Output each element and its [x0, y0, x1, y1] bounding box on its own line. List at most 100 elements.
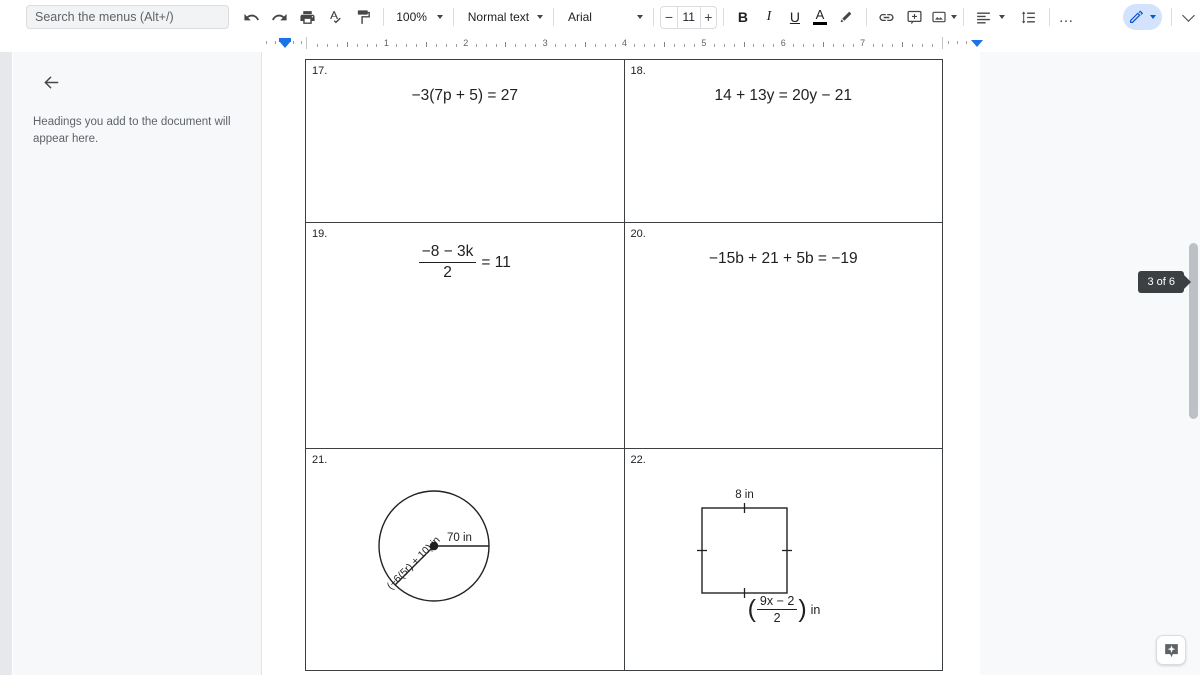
question-number: 21. — [312, 454, 328, 466]
ruler-tick — [723, 44, 725, 47]
image-dropdown-chevron-down-icon[interactable] — [950, 15, 957, 19]
paragraph-group — [970, 4, 1043, 30]
table-cell-20[interactable]: 20. −15b + 21 + 5b = −19 — [623, 222, 943, 449]
square-outline — [700, 507, 788, 594]
image-icon[interactable] — [930, 4, 948, 30]
ruler-tick — [336, 44, 338, 47]
zoom-value: 100% — [396, 10, 427, 24]
right-indent-marker[interactable] — [971, 40, 983, 47]
question-number: 18. — [630, 65, 646, 77]
comment-plus-icon[interactable] — [902, 4, 928, 30]
table-cell-18[interactable]: 18. 14 + 13y = 20y − 21 — [623, 59, 943, 223]
underline-button[interactable]: U — [784, 5, 806, 29]
ruler-scale[interactable]: 1 2 3 4 5 6 7 — [306, 37, 943, 49]
left-indent-marker[interactable] — [279, 41, 291, 48]
search-input[interactable]: Search the menus (Alt+/) — [26, 5, 230, 29]
align-left-icon[interactable] — [971, 4, 997, 30]
text-color-swatch — [812, 22, 827, 25]
equation-17: −3(7p + 5) = 27 — [411, 87, 518, 104]
bold-button[interactable]: B — [732, 5, 754, 29]
search-placeholder: Search the menus (Alt+/) — [35, 10, 174, 24]
assistant-button[interactable] — [1156, 635, 1186, 665]
ruler-tick — [733, 44, 735, 47]
table-cell-21[interactable]: 21. 70 in (−6(5r) + 10) in — [305, 448, 625, 671]
ruler-tick — [416, 44, 418, 47]
font-size-value[interactable]: 11 — [676, 6, 701, 28]
ruler-tick — [426, 42, 428, 47]
document-page[interactable]: 17. −3(7p + 5) = 27 18. 14 + 13y = 20y −… — [262, 52, 980, 675]
ruler-tick — [922, 44, 924, 47]
ruler-tick — [356, 44, 358, 47]
ruler-tick — [793, 44, 795, 47]
font-size-stepper[interactable]: − 11 + — [660, 5, 718, 29]
toolbar-divider — [383, 8, 385, 26]
ruler-tick — [505, 42, 507, 47]
collapse-toolbar-button[interactable] — [1179, 4, 1199, 30]
ruler-tick — [535, 44, 537, 47]
editing-mode-button[interactable] — [1122, 4, 1162, 30]
square-top-label: 8 in — [735, 489, 754, 501]
ruler-tick — [684, 44, 686, 47]
table-cell-22[interactable]: 22. 8 in (9x − 2 2) in — [623, 448, 943, 671]
toolbar-divider — [452, 8, 454, 26]
table-row: 21. 70 in (−6(5r) + 10) in 22. 8 in (9x… — [305, 448, 943, 671]
ruler-tick — [406, 44, 408, 47]
zoom-dropdown[interactable]: 100% — [390, 5, 447, 29]
ruler-number: 3 — [542, 38, 548, 48]
ruler[interactable]: 1 2 3 4 5 6 7 — [0, 34, 1200, 52]
ruler-number: 2 — [463, 38, 469, 48]
chevron-down-icon — [436, 15, 443, 19]
line-spacing-icon[interactable] — [1016, 4, 1042, 30]
highlight-color-button[interactable] — [833, 4, 859, 30]
pencil-icon — [1129, 10, 1143, 23]
circle-figure: 70 in (−6(5r) + 10) in — [306, 471, 624, 670]
outline-empty-message: Headings you add to the document will ap… — [33, 116, 231, 145]
equation-20: −15b + 21 + 5b = −19 — [708, 250, 858, 267]
history-group — [237, 4, 377, 30]
paint-format-button[interactable] — [350, 4, 376, 30]
fraction-numerator: 9x − 2 — [756, 594, 798, 610]
ruler-tick — [932, 44, 934, 47]
vertical-scrollbar-thumb[interactable] — [1189, 243, 1198, 419]
ruler-tick — [574, 44, 576, 47]
question-number: 20. — [630, 228, 646, 240]
gemini-sparkle-icon — [1164, 643, 1178, 657]
worksheet-table[interactable]: 17. −3(7p + 5) = 27 18. 14 + 13y = 20y −… — [305, 59, 943, 671]
ruler-tick — [455, 44, 457, 47]
ruler-tick — [743, 42, 745, 47]
table-cell-17[interactable]: 17. −3(7p + 5) = 27 — [305, 59, 625, 223]
font-size-increase-button[interactable]: + — [701, 7, 717, 28]
question-number: 22. — [630, 454, 646, 466]
align-dropdown-chevron-down-icon[interactable] — [998, 15, 1005, 19]
paragraph-style-value: Normal text — [467, 10, 530, 24]
ruler-tick — [753, 44, 755, 47]
text-color-button[interactable]: A — [810, 5, 830, 29]
document-canvas[interactable]: 17. −3(7p + 5) = 27 18. 14 + 13y = 20y −… — [262, 52, 1200, 675]
ruler-tick — [515, 44, 517, 47]
back-arrow-icon[interactable] — [37, 68, 65, 96]
ruler-tick — [326, 44, 328, 47]
table-cell-19[interactable]: 19. −8 − 3k 2 = 11 — [305, 222, 625, 449]
font-family-dropdown[interactable]: Arial — [560, 5, 647, 29]
undo-button[interactable] — [238, 4, 264, 30]
toolbar-divider — [723, 8, 724, 26]
editing-mode-chevron-down-icon[interactable] — [1149, 15, 1156, 19]
spellcheck-button[interactable] — [322, 4, 348, 30]
document-outline-sidebar: Headings you add to the document will ap… — [13, 52, 262, 675]
font-size-decrease-button[interactable]: − — [661, 7, 677, 28]
ruler-tick — [376, 44, 378, 47]
ruler-tick — [604, 44, 606, 47]
print-button[interactable] — [294, 4, 320, 30]
link-icon[interactable] — [874, 4, 900, 30]
font-family-value: Arial — [567, 10, 592, 24]
italic-button[interactable]: I — [758, 5, 780, 29]
redo-button[interactable] — [266, 4, 292, 30]
ruler-left-margin — [262, 34, 306, 52]
ruler-tick — [902, 42, 904, 47]
table-row: 17. −3(7p + 5) = 27 18. 14 + 13y = 20y −… — [305, 59, 943, 223]
more-options-button[interactable]: … — [1056, 4, 1076, 30]
ruler-tick — [475, 44, 477, 47]
paragraph-style-dropdown[interactable]: Normal text — [460, 5, 547, 29]
ruler-tick — [763, 44, 765, 47]
ruler-tick — [485, 44, 487, 47]
